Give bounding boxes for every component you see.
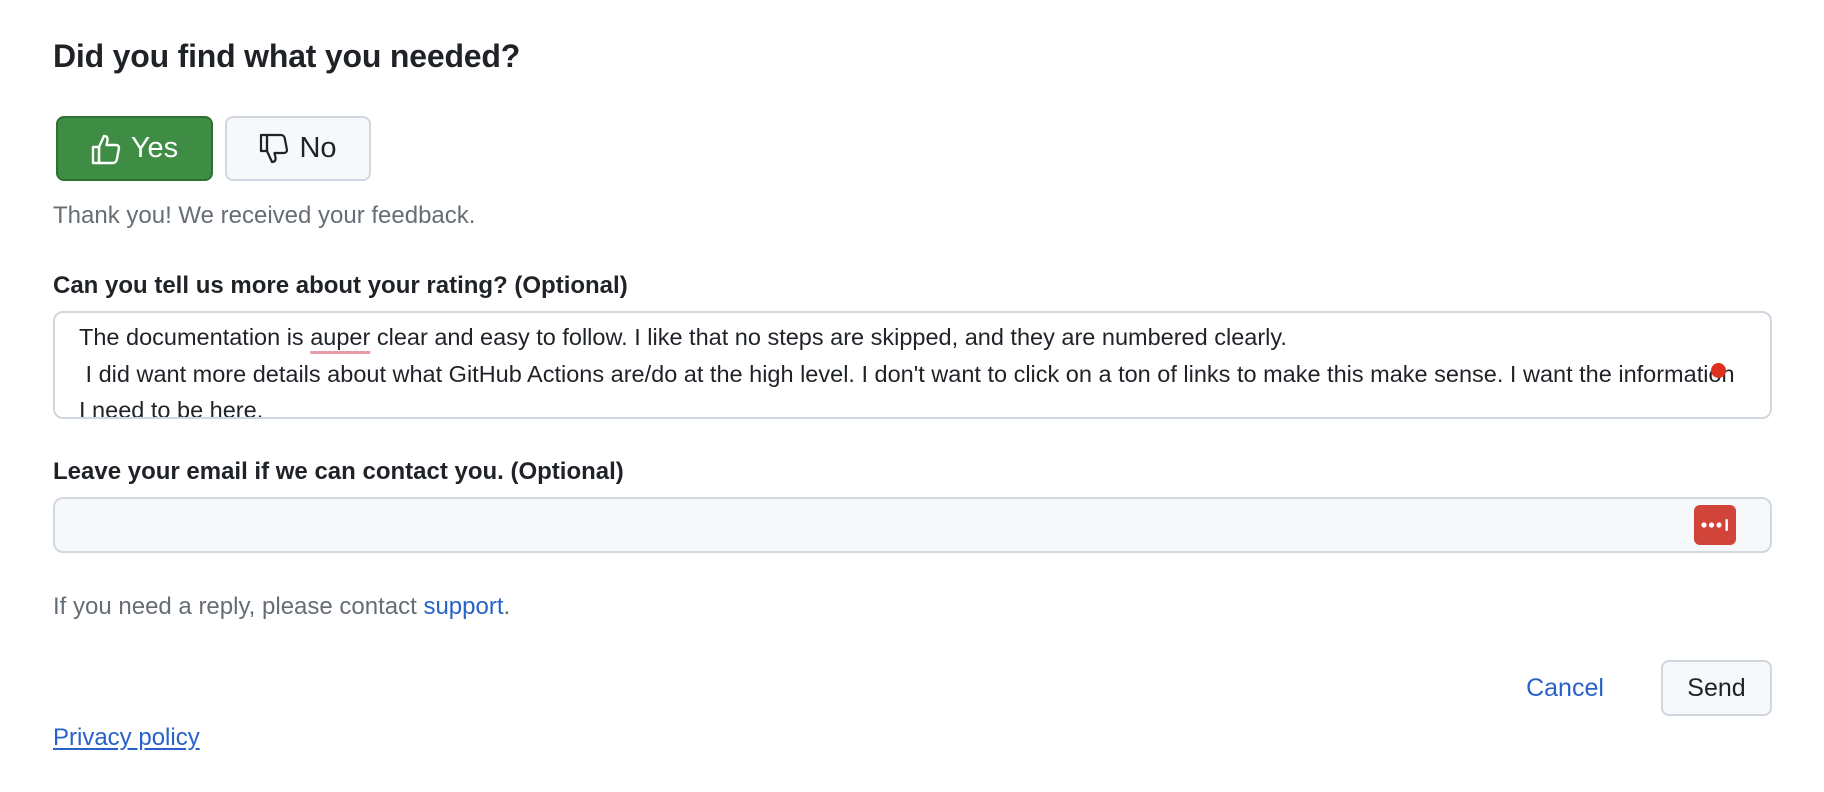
vote-buttons: Yes No — [56, 116, 371, 181]
support-link[interactable]: support — [423, 593, 503, 620]
rating-details-label: Can you tell us more about your rating? … — [53, 272, 628, 299]
no-label: No — [299, 132, 337, 164]
send-button[interactable]: Send — [1661, 660, 1772, 716]
thumbs-up-icon — [91, 133, 121, 165]
email-label: Leave your email if we can contact you. … — [53, 458, 624, 485]
yes-label: Yes — [130, 132, 179, 164]
resize-handle-icon[interactable] — [1752, 399, 1768, 415]
comment-text-line1-end: clear and easy to follow. I like that no… — [370, 324, 1287, 350]
comment-text-rest: I did want more details about what GitHu… — [79, 360, 1735, 419]
reply-note-suffix: . — [503, 593, 511, 620]
rating-details-textarea[interactable]: The documentation is auper clear and eas… — [53, 311, 1772, 419]
feedback-heading: Did you find what you needed? — [53, 38, 521, 74]
reply-note-prefix: If you need a reply, please contact — [53, 593, 424, 620]
comment-text-start: The documentation is — [79, 324, 311, 350]
misspelled-word: auper — [310, 324, 371, 350]
pointer-indicator — [1711, 363, 1726, 378]
privacy-policy-link[interactable]: Privacy policy — [53, 724, 200, 752]
no-button[interactable]: No — [225, 116, 371, 181]
cancel-button[interactable]: Cancel — [1515, 660, 1615, 716]
feedback-form: Did you find what you needed? Yes No Tha… — [0, 0, 1824, 792]
email-input[interactable] — [53, 497, 1772, 553]
thank-you-message: Thank you! We received your feedback. — [53, 202, 476, 229]
password-manager-icon[interactable] — [1694, 505, 1736, 545]
reply-note: If you need a reply, please contact supp… — [53, 593, 510, 621]
thumbs-down-icon — [259, 133, 289, 165]
yes-button[interactable]: Yes — [56, 116, 213, 181]
